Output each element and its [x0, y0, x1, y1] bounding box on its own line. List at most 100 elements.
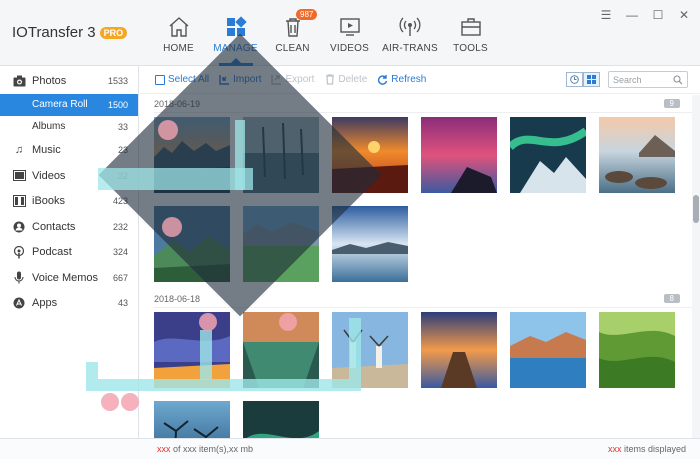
sidebar-item-podcast[interactable]: Podcast 324 [0, 240, 138, 266]
apps-icon [12, 296, 26, 310]
nav-airtrans-label: AIR-TRANS [382, 43, 438, 54]
photo-thumbnail[interactable] [243, 312, 319, 388]
group-date: 2018-06-18 [154, 293, 201, 304]
photo-thumbnail[interactable] [243, 206, 319, 282]
select-all-label: Select All [168, 74, 210, 85]
contacts-icon [12, 220, 26, 234]
sidebar-item-label: Music [32, 144, 61, 157]
sidebar-item-albums[interactable]: Albums 33 [0, 116, 138, 138]
sidebar-item-label: Voice Memos [32, 271, 99, 284]
close-icon[interactable]: ✕ [676, 8, 692, 22]
sidebar-item-label: Videos [32, 169, 66, 182]
sidebar-item-count: 1500 [107, 99, 128, 110]
import-icon [219, 74, 230, 85]
gallery-scrollbar[interactable] [692, 95, 700, 438]
nav-clean[interactable]: 987 CLEAN [264, 0, 321, 66]
photo-thumbnail[interactable] [421, 312, 497, 388]
refresh-icon [377, 74, 388, 85]
mic-icon [12, 271, 26, 285]
photo-thumbnail[interactable] [510, 312, 586, 388]
sidebar-item-voice-memos[interactable]: Voice Memos 667 [0, 265, 138, 291]
group-date: 2018-06-19 [154, 98, 201, 109]
select-all-button[interactable]: Select All [154, 74, 209, 85]
export-button[interactable]: Export [271, 74, 314, 85]
thumbnail-grid [154, 312, 692, 438]
delete-label: Delete [338, 74, 368, 85]
delete-button[interactable]: Delete [324, 74, 367, 85]
clean-count-badge: 987 [296, 9, 318, 20]
sidebar-item-label: Apps [32, 297, 58, 310]
photo-thumbnail[interactable] [599, 312, 675, 388]
group-count-badge: 8 [663, 294, 680, 303]
search-box [608, 71, 688, 88]
sidebar-item-count: 1533 [107, 75, 128, 86]
nav-home[interactable]: HOME [150, 0, 207, 66]
nav-videos[interactable]: VIDEOS [321, 0, 378, 66]
grid-icon [587, 75, 596, 84]
home-icon [169, 17, 188, 37]
clock-icon [570, 75, 579, 84]
import-button[interactable]: Import [219, 74, 261, 85]
search-input[interactable] [613, 74, 673, 85]
export-icon [271, 74, 282, 85]
search-icon[interactable] [673, 74, 683, 85]
music-icon: ♫ [14, 144, 24, 157]
view-toggle [566, 72, 600, 87]
sidebar-item-label: Camera Roll [32, 99, 88, 110]
video-icon [339, 18, 360, 36]
sidebar-item-contacts[interactable]: Contacts 232 [0, 214, 138, 240]
displayed-count: xxx [607, 444, 622, 454]
photo-thumbnail[interactable] [332, 206, 408, 282]
photo-thumbnail[interactable] [510, 117, 586, 193]
photo-thumbnail[interactable] [332, 117, 408, 193]
sidebar-item-count: 232 [112, 221, 128, 232]
date-view-button[interactable] [566, 72, 583, 87]
sidebar-item-count: 33 [117, 121, 128, 132]
photo-thumbnail[interactable] [243, 401, 319, 438]
app-brand: IOTransfer 3 PRO [12, 24, 128, 41]
sidebar-item-camera-roll[interactable]: Camera Roll 1500 [0, 93, 138, 116]
toolbar: Select All Import Export Delete Refresh [140, 66, 700, 94]
photo-thumbnail[interactable] [599, 117, 675, 193]
group-header: 2018-06-18 8 [154, 290, 692, 308]
group-header: 2018-06-19 9 [154, 95, 692, 113]
sidebar-item-label: iBooks [32, 195, 66, 208]
sidebar-item-music[interactable]: ♫ Music 23 [0, 138, 138, 164]
maximize-icon[interactable]: ☐ [650, 8, 666, 22]
photo-thumbnail[interactable] [154, 117, 230, 193]
trash-icon [324, 74, 335, 85]
selected-count: xxx [157, 444, 171, 454]
photo-thumbnail[interactable] [243, 117, 319, 193]
sidebar-item-count: 23 [117, 145, 128, 156]
photo-thumbnail[interactable] [421, 117, 497, 193]
grid-view-button[interactable] [583, 72, 600, 87]
nav-airtrans[interactable]: AIR-TRANS [378, 0, 442, 66]
minimize-icon[interactable]: — [624, 8, 640, 22]
nav-manage[interactable]: MANAGE [207, 0, 264, 66]
grid-icon [226, 16, 247, 36]
scrollbar-thumb[interactable] [693, 195, 699, 223]
sidebar-item-photos[interactable]: Photos 1533 [0, 68, 138, 94]
nav-tools-label: TOOLS [453, 43, 488, 54]
selection-summary: xxx of xxx item(s),xx mb [157, 444, 253, 454]
refresh-button[interactable]: Refresh [377, 74, 426, 85]
nav-manage-label: MANAGE [213, 43, 258, 54]
nav-tools[interactable]: TOOLS [442, 0, 499, 66]
sidebar-item-label: Albums [32, 121, 66, 132]
sidebar-item-ibooks[interactable]: iBooks 423 [0, 189, 138, 215]
app-title: IOTransfer 3 [12, 24, 96, 41]
import-label: Import [233, 74, 262, 85]
photo-thumbnail[interactable] [154, 206, 230, 282]
sidebar-item-videos[interactable]: Videos 32 [0, 163, 138, 189]
photo-gallery: 2018-06-19 9 2018-06-18 8 [140, 95, 692, 438]
total-count: xxx [183, 444, 197, 454]
toolbox-icon [460, 18, 481, 36]
summary-size-text: item(s),xx mb [196, 444, 254, 454]
menu-icon[interactable]: ☰ [598, 8, 614, 22]
photo-thumbnail[interactable] [332, 312, 408, 388]
window-controls: ☰ — ☐ ✕ [598, 8, 692, 22]
film-icon [12, 169, 26, 183]
photo-thumbnail[interactable] [154, 312, 230, 388]
photo-thumbnail[interactable] [154, 401, 230, 438]
sidebar-item-apps[interactable]: Apps 43 [0, 291, 138, 317]
